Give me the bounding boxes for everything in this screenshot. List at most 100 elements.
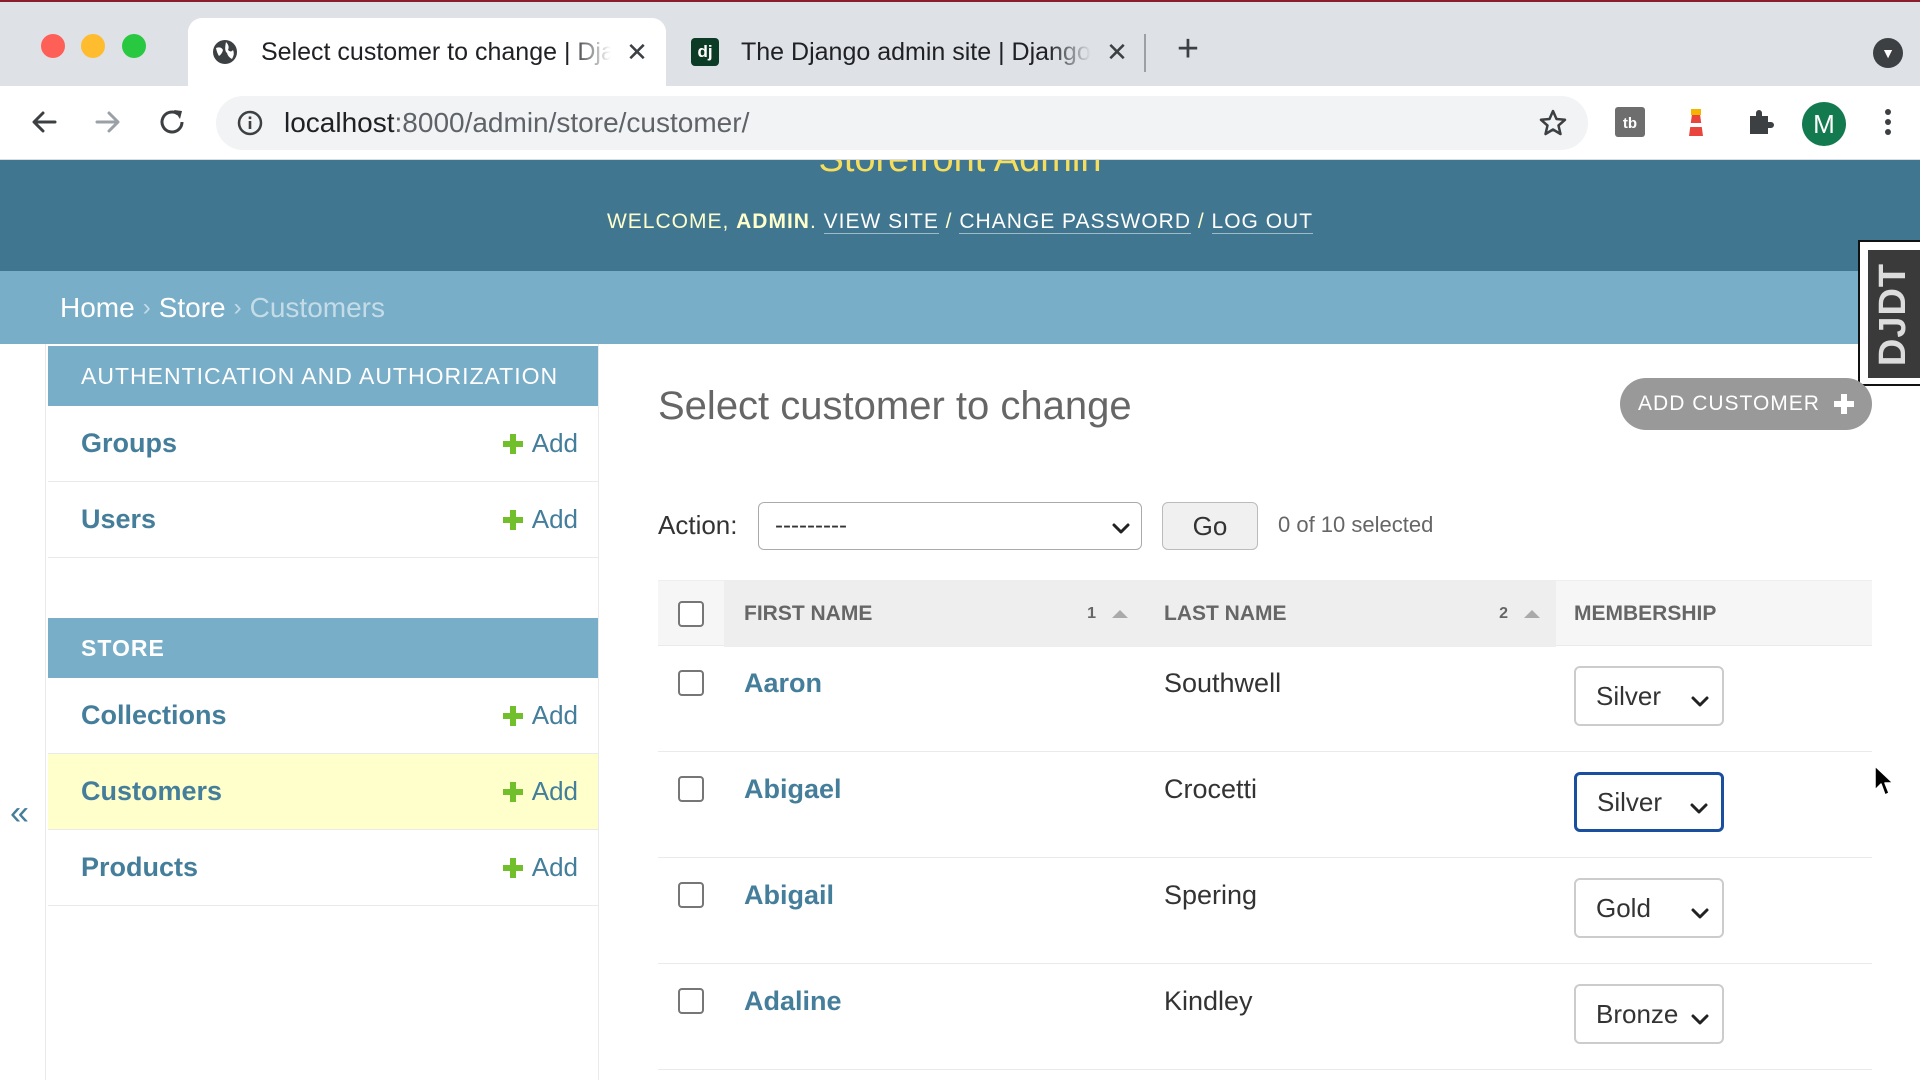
globe-icon xyxy=(211,38,239,66)
extension-lighthouse-icon[interactable] xyxy=(1678,104,1714,140)
add-plus-icon xyxy=(502,781,524,803)
bookmark-star-icon[interactable] xyxy=(1538,108,1568,138)
user-tools: Welcome, admin. View site / Change passw… xyxy=(606,210,1314,234)
add-label: Add xyxy=(531,776,578,806)
customer-first-name-link[interactable]: Adaline xyxy=(744,986,842,1017)
membership-value: Silver xyxy=(1597,786,1663,817)
browser-tab-strip: Select customer to change | Django site … xyxy=(0,0,1920,86)
customer-last-name: Crocetti xyxy=(1164,774,1258,804)
go-button[interactable]: Go xyxy=(1162,502,1258,550)
row-checkbox[interactable] xyxy=(678,776,704,802)
action-select-value: --------- xyxy=(775,512,847,539)
membership-value: Gold xyxy=(1596,892,1651,923)
row-checkbox[interactable] xyxy=(678,670,704,696)
window-close-button[interactable] xyxy=(41,34,65,58)
column-label: Membership xyxy=(1574,602,1717,625)
mouse-cursor-icon xyxy=(1873,764,1895,798)
tab-title: The Django admin site | Django documenta… xyxy=(741,37,1091,66)
sidebar-link-collections[interactable]: Collections xyxy=(81,700,502,731)
user-tools-separator: / xyxy=(945,210,953,233)
window-maximize-button[interactable] xyxy=(122,34,146,58)
sort-ascending-icon[interactable] xyxy=(1112,610,1128,618)
sidebar-collapse-toggle[interactable]: « xyxy=(10,794,29,833)
extensions-puzzle-icon[interactable] xyxy=(1742,104,1778,140)
select-all-checkbox[interactable] xyxy=(678,601,704,627)
membership-value: Silver xyxy=(1596,680,1662,711)
url-host: localhost xyxy=(284,107,395,138)
sort-priority[interactable]: 1 xyxy=(1087,605,1128,623)
add-collections-link[interactable]: Add xyxy=(502,700,578,731)
sidebar-link-products[interactable]: Products xyxy=(81,852,502,883)
username: admin xyxy=(736,210,810,233)
view-site-link[interactable]: View site xyxy=(823,210,939,234)
breadcrumb-home[interactable]: Home xyxy=(60,292,135,324)
column-header-last-name[interactable]: Last name 2 xyxy=(1144,581,1556,647)
welcome-text: Welcome, xyxy=(606,210,730,233)
sort-priority[interactable]: 2 xyxy=(1499,605,1540,623)
window-minimize-button[interactable] xyxy=(81,34,105,58)
customer-first-name-link[interactable]: Abigael xyxy=(744,774,842,805)
sidebar-link-customers[interactable]: Customers xyxy=(81,776,502,807)
add-customer-button[interactable]: Add customer xyxy=(1620,378,1872,430)
sidebar-item-customers: Customers Add xyxy=(48,754,598,830)
add-plus-icon xyxy=(502,433,524,455)
customer-first-name-link[interactable]: Abigail xyxy=(744,880,834,911)
forward-arrow-icon[interactable] xyxy=(88,102,128,142)
row-checkbox[interactable] xyxy=(678,988,704,1014)
module-caption-store[interactable]: Store xyxy=(48,618,598,678)
row-checkbox[interactable] xyxy=(678,882,704,908)
customer-last-name: Kindley xyxy=(1164,986,1253,1016)
url-path: :8000/admin/store/customer/ xyxy=(394,107,750,138)
url-text[interactable]: localhost:8000/admin/store/customer/ xyxy=(284,107,749,139)
log-out-link[interactable]: Log out xyxy=(1211,210,1314,234)
chevron-down-icon xyxy=(1690,1005,1710,1025)
table-row: Adaline Kindley Bronze xyxy=(658,964,1872,1070)
add-customers-link[interactable]: Add xyxy=(502,776,578,807)
breadcrumb-store[interactable]: Store xyxy=(159,292,226,324)
tab-close-icon[interactable]: ✕ xyxy=(623,37,651,67)
sidebar-item-users: Users Add xyxy=(48,482,598,558)
reload-icon[interactable] xyxy=(152,102,192,142)
change-password-link[interactable]: Change password xyxy=(959,210,1191,234)
profile-avatar[interactable]: M xyxy=(1802,102,1846,146)
membership-select[interactable]: Gold xyxy=(1574,878,1724,938)
table-row: Abigael Crocetti Silver xyxy=(658,752,1872,858)
back-arrow-icon[interactable] xyxy=(24,102,64,142)
result-list-table: First name 1 Last name 2 Membership Aaro… xyxy=(658,580,1872,1070)
site-name[interactable]: Storefront Admin xyxy=(0,160,1920,181)
browser-menu-icon[interactable] xyxy=(1870,104,1906,140)
browser-tab-inactive[interactable]: dj The Django admin site | Django docume… xyxy=(668,18,1142,86)
address-bar[interactable]: localhost:8000/admin/store/customer/ xyxy=(216,96,1588,150)
add-plus-icon xyxy=(502,705,524,727)
column-header-first-name[interactable]: First name 1 xyxy=(724,581,1144,647)
sidebar-item-products: Products Add xyxy=(48,830,598,906)
debug-toolbar-handle[interactable]: DJDT xyxy=(1858,240,1920,386)
column-label: First name xyxy=(744,602,873,625)
action-select[interactable]: --------- xyxy=(758,502,1142,550)
membership-select[interactable]: Silver xyxy=(1574,666,1724,726)
tab-separator xyxy=(1144,34,1146,72)
add-plus-icon xyxy=(502,857,524,879)
membership-select[interactable]: Bronze xyxy=(1574,984,1724,1044)
customer-first-name-link[interactable]: Aaron xyxy=(744,668,822,699)
sidebar-link-groups[interactable]: Groups xyxy=(81,428,502,459)
customer-last-name: Spering xyxy=(1164,880,1258,910)
add-label: Add xyxy=(531,428,578,458)
add-groups-link[interactable]: Add xyxy=(502,428,578,459)
tab-search-icon[interactable]: ▼ xyxy=(1873,38,1903,68)
module-caption-auth[interactable]: Authentication and Authorization xyxy=(48,346,598,406)
tab-close-icon[interactable]: ✕ xyxy=(1103,37,1131,67)
new-tab-icon[interactable]: + xyxy=(1170,30,1206,68)
membership-select[interactable]: Silver xyxy=(1574,772,1724,832)
page-title: Select customer to change xyxy=(658,384,1132,428)
site-info-icon[interactable] xyxy=(236,109,264,137)
select-all-cell xyxy=(658,581,724,647)
sidebar-link-users[interactable]: Users xyxy=(81,504,502,535)
add-users-link[interactable]: Add xyxy=(502,504,578,535)
sort-ascending-icon[interactable] xyxy=(1524,610,1540,618)
column-label: Last name xyxy=(1164,602,1287,625)
extension-tb-icon[interactable]: tb xyxy=(1612,104,1648,140)
browser-tab-active[interactable]: Select customer to change | Django site … xyxy=(188,18,666,86)
add-products-link[interactable]: Add xyxy=(502,852,578,883)
column-header-membership[interactable]: Membership xyxy=(1556,581,1872,647)
